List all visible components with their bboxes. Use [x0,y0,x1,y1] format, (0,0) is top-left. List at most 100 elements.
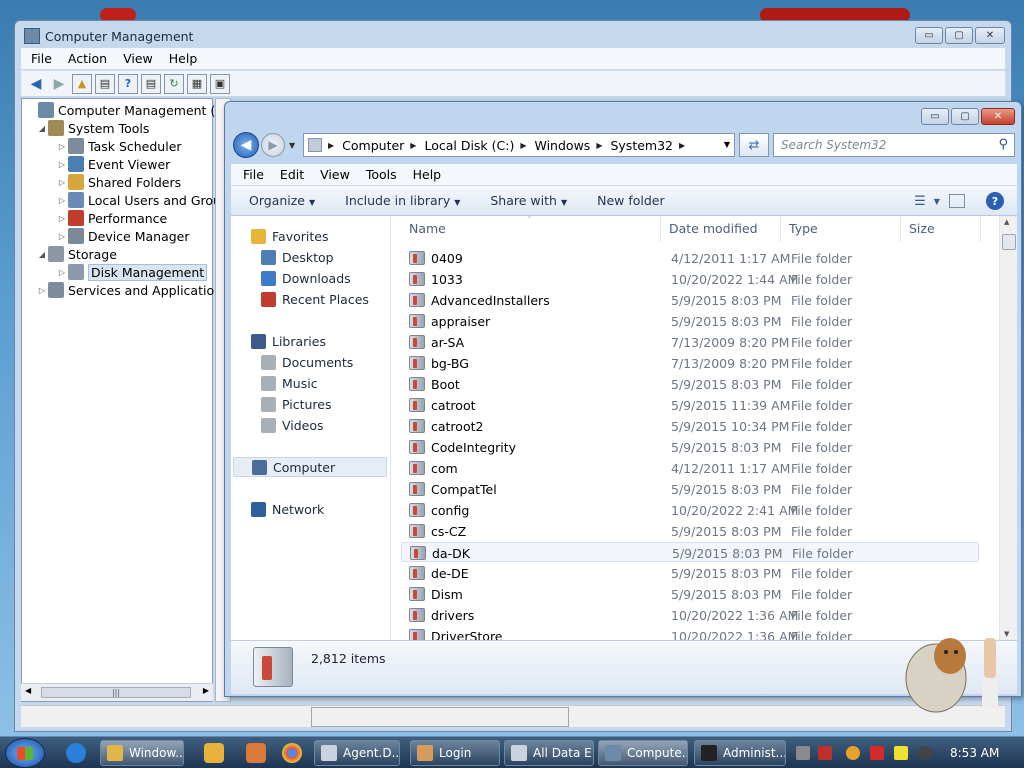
menu-action[interactable]: Action [68,51,107,66]
file-row[interactable]: config 10/20/2022 2:41 AM File folder [401,500,979,520]
nav-network[interactable]: Network [251,499,324,519]
chrome-icon[interactable] [282,743,302,763]
tree-item[interactable]: ▷ Shared Folders [56,173,181,191]
close-button[interactable]: ✕ [981,108,1015,125]
nav-recent-places[interactable]: Recent Places [261,289,369,309]
file-row[interactable]: CodeIntegrity 5/9/2015 8:03 PM File folder [401,437,979,457]
chevron-right-icon[interactable]: ▷ [56,196,68,205]
nav-libraries[interactable]: Libraries [251,331,326,351]
title-bar[interactable]: Computer Management ▭ ▢ ✕ [15,21,1011,49]
tray-flag-icon[interactable] [870,746,884,760]
preview-pane-icon[interactable] [949,194,965,208]
tree-item[interactable]: ▷ Device Manager [56,227,190,245]
chevron-right-icon[interactable]: ▷ [56,268,68,277]
tree-item[interactable]: ▷ Performance [56,209,167,227]
menu-help[interactable]: Help [169,51,198,66]
chevron-right-icon[interactable]: ▶ [328,141,334,150]
nav-desktop[interactable]: Desktop [261,247,334,267]
command-new-folder-button[interactable]: New folder [597,193,665,208]
maximize-button[interactable]: ▢ [951,108,979,125]
chevron-down-icon[interactable]: ◢ [36,250,48,259]
taskbar-button[interactable]: All Data E... [504,740,594,766]
search-input[interactable]: Search System32 ⚲ [773,133,1015,157]
export-list-icon[interactable]: ▦ [187,73,207,94]
maximize-button[interactable]: ▢ [945,27,973,44]
taskbar-button[interactable]: Window... [100,740,184,766]
tray-volume-icon[interactable] [918,746,932,760]
nav-pictures[interactable]: Pictures [261,394,332,414]
column-header-date-modified[interactable]: Date modified [661,216,781,242]
menu-file[interactable]: File [243,167,264,182]
scroll-thumb[interactable]: ||| [41,687,191,698]
chevron-right-icon[interactable]: ▷ [56,232,68,241]
file-row[interactable]: 1033 10/20/2022 1:44 AM File folder [401,269,979,289]
chevron-right-icon[interactable]: ▷ [56,178,68,187]
chevron-right-icon[interactable]: ▶ [679,141,685,150]
change-view-icon[interactable]: ☰ ▼ [914,190,940,212]
command-include-in-library-button[interactable]: Include in library ▼ [345,193,460,208]
breadcrumb-local-disk-c-[interactable]: Local Disk (C:) [424,138,514,153]
nav-videos[interactable]: Videos [261,415,324,435]
file-row[interactable]: catroot 5/9/2015 11:39 AM File folder [401,395,979,415]
tree-item[interactable]: ◢ System Tools [36,119,149,137]
breadcrumb-windows[interactable]: Windows [535,138,591,153]
menu-file[interactable]: File [31,51,52,66]
menu-help[interactable]: Help [413,167,442,182]
tree-item[interactable]: ▷ Task Scheduler [56,137,182,155]
tray-network-icon[interactable] [796,746,810,760]
column-header-size[interactable]: Size [901,216,981,242]
scroll-left-icon[interactable]: ◀ [25,686,31,695]
nav-downloads[interactable]: Downloads [261,268,351,288]
scroll-thumb[interactable] [1002,234,1016,250]
up-folder-icon[interactable]: ▲ [72,73,92,94]
file-row[interactable]: CompatTel 5/9/2015 8:03 PM File folder [401,479,979,499]
menu-view[interactable]: View [123,51,153,66]
action-pane-icon[interactable]: ▤ [141,73,161,94]
help-button[interactable]: ? [983,190,1007,212]
refresh-icon[interactable]: ↻ [164,73,184,94]
tray-notes-icon[interactable] [894,746,908,760]
start-button[interactable] [5,738,45,768]
chevron-down-icon[interactable]: ▼ [724,140,730,149]
file-row[interactable]: ar-SA 7/13/2009 8:20 PM File folder [401,332,979,352]
recent-pages-dropdown-icon[interactable]: ▼ [289,141,295,150]
back-arrow-icon[interactable]: ◀ [26,74,46,94]
menu-view[interactable]: View [320,167,350,182]
chevron-right-icon[interactable]: ▷ [36,286,48,295]
tray-search-icon[interactable] [846,746,860,760]
forward-arrow-icon[interactable]: ▶ [49,74,69,94]
close-button[interactable]: ✕ [975,27,1005,44]
address-bar[interactable]: ▶ Computer ▶ Local Disk (C:) ▶ Windows ▶ Syste… [303,133,735,157]
file-row[interactable]: AdvancedInstallers 5/9/2015 8:03 PM File f… [401,290,979,310]
media-player-icon[interactable] [204,743,224,763]
file-row[interactable]: appraiser 5/9/2015 8:03 PM File folder [401,311,979,331]
taskbar-button[interactable]: Login [410,740,500,766]
refresh-button[interactable]: ⇄ [739,133,769,157]
file-row[interactable]: de-DE 5/9/2015 8:03 PM File folder [401,563,979,583]
search-icon[interactable]: ⚲ [998,134,1008,156]
file-row[interactable]: catroot2 5/9/2015 10:34 PM File folder [401,416,979,436]
forward-button[interactable]: ▶ [261,133,285,157]
chevron-right-icon[interactable]: ▶ [410,141,416,150]
scroll-right-icon[interactable]: ▶ [203,686,209,695]
tree-item[interactable]: ▷ Local Users and Groups [56,191,235,209]
file-row[interactable]: drivers 10/20/2022 1:36 AM File folder [401,605,979,625]
taskbar-button[interactable]: Administ... [694,740,786,766]
taskbar-button[interactable]: Compute... [598,740,688,766]
clock[interactable]: 8:53 AM [950,746,999,760]
column-header-type[interactable]: Type [781,216,901,242]
file-row[interactable]: com 4/12/2011 1:17 AM File folder [401,458,979,478]
chevron-right-icon[interactable]: ▶ [520,141,526,150]
file-row[interactable]: da-DK 5/9/2015 8:03 PM File folder [401,542,979,562]
nav-documents[interactable]: Documents [261,352,353,372]
chevron-right-icon[interactable]: ▷ [56,142,68,151]
tree-item[interactable]: ▷ Disk Management [56,263,208,281]
minimize-button[interactable]: ▭ [921,108,949,125]
vertical-scrollbar[interactable]: ▲ ▼ [999,216,1017,640]
breadcrumb-computer[interactable]: Computer [342,138,404,153]
menu-edit[interactable]: Edit [280,167,304,182]
file-row[interactable]: 0409 4/12/2011 1:17 AM File folder [401,248,979,268]
file-row[interactable]: Boot 5/9/2015 8:03 PM File folder [401,374,979,394]
tree-item[interactable]: ▷ Services and Applications [36,281,229,299]
internet-explorer-icon[interactable] [66,743,86,763]
